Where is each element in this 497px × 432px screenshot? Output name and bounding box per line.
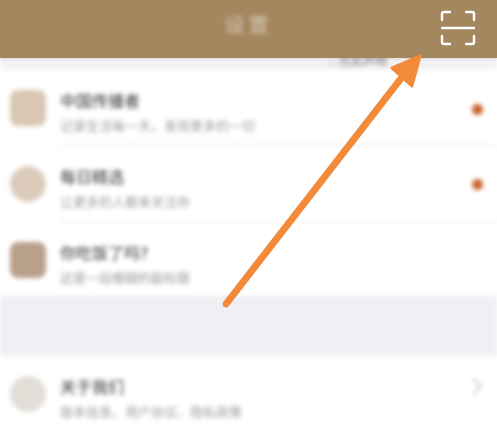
item-subtitle: 让更多的人都来关注你 <box>60 196 191 211</box>
item-subtitle: 记录生活每一天，发现更多的一切 <box>60 120 256 135</box>
unread-dot <box>472 104 483 115</box>
info-icon <box>10 376 46 412</box>
list-item[interactable]: 关于我们 版本信息、用户协议、隐私政策 <box>0 356 497 432</box>
list-item[interactable]: 每日精选 让更多的人都来关注你 <box>0 146 497 222</box>
scan-button[interactable] <box>436 6 480 50</box>
section-gap <box>0 296 497 356</box>
item-subtitle: 这是一段模糊的副标题 <box>60 272 191 287</box>
list-item[interactable]: 你吃饭了吗? 这是一段模糊的副标题 <box>0 222 497 298</box>
item-title: 中国传播者 <box>60 92 141 111</box>
item-title: 关于我们 <box>60 378 125 397</box>
item-subtitle: 版本信息、用户协议、隐私政策 <box>60 406 243 421</box>
image-icon <box>10 242 46 278</box>
unread-dot <box>472 179 483 190</box>
scan-icon <box>440 10 476 46</box>
gift-box-icon <box>10 90 46 126</box>
top-strip: ...在此声明 <box>0 54 497 70</box>
profile-icon <box>10 166 46 202</box>
settings-list: ...在此声明 中国传播者 记录生活每一天，发现更多的一切 每日精选 让更多的人… <box>0 54 497 432</box>
top-app-bar: 设置 <box>0 0 497 58</box>
item-title: 你吃饭了吗? <box>60 244 149 263</box>
page-title: 设置 <box>224 13 273 37</box>
chevron-right-icon <box>465 377 483 395</box>
list-item[interactable]: 中国传播者 记录生活每一天，发现更多的一切 <box>0 70 497 146</box>
item-title: 每日精选 <box>60 168 125 187</box>
